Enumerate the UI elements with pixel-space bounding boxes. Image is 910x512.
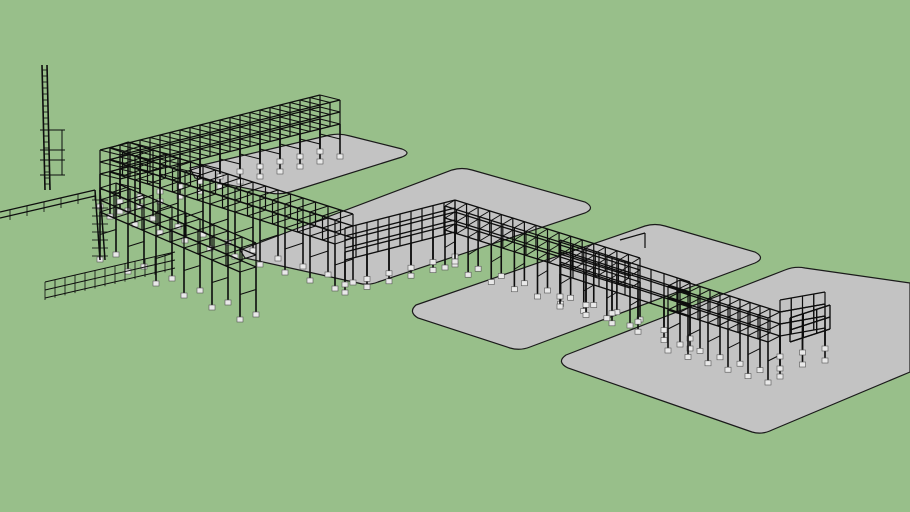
column-footing [306, 277, 314, 284]
column-footing [799, 349, 806, 356]
column-footing [660, 327, 668, 333]
column-footing [534, 293, 541, 300]
column-footing [511, 286, 518, 293]
column-footing [429, 259, 437, 265]
column-footing [556, 293, 564, 300]
column-footing [676, 341, 684, 348]
column-footing [716, 354, 724, 361]
column-footing [256, 163, 264, 170]
column-footing [429, 267, 437, 273]
column-footing [181, 237, 189, 244]
column-footing [821, 357, 829, 364]
column-footing [407, 272, 415, 279]
column-footing [590, 302, 598, 308]
column-footing [736, 360, 744, 367]
column-footing [274, 255, 282, 262]
column-footing [776, 353, 784, 360]
column-footing [567, 294, 574, 301]
column-footing [696, 348, 704, 354]
column-footing [451, 258, 459, 265]
column-footing [341, 281, 349, 288]
column-footing [363, 284, 371, 290]
column-footing [776, 365, 784, 372]
column-footing [316, 158, 324, 165]
column-footing [464, 271, 472, 278]
model-viewport[interactable] [0, 0, 910, 512]
column-footing [608, 310, 616, 317]
column-footing [236, 168, 244, 175]
column-footing [799, 361, 806, 368]
column-footing [724, 366, 732, 373]
column-footing [316, 148, 324, 155]
column-footing [704, 360, 712, 367]
column-footing [407, 264, 415, 271]
column-footing [634, 318, 642, 325]
column-footing [521, 280, 528, 287]
column-footing [281, 269, 289, 276]
column-footing [336, 153, 344, 160]
column-footing [208, 304, 216, 311]
column-footing [626, 322, 634, 329]
column-footing [608, 320, 616, 327]
column-footing [112, 251, 120, 258]
column-footing [256, 173, 264, 180]
column-footing [744, 373, 752, 379]
column-footing [385, 278, 393, 285]
column-footing [252, 311, 260, 318]
column-footing [556, 303, 564, 310]
column-footing [296, 163, 304, 170]
column-footing [821, 345, 829, 352]
column-footing [224, 299, 232, 306]
column-footing [256, 261, 264, 268]
column-footing [385, 270, 393, 277]
column-footing [331, 285, 339, 292]
column-footing [152, 280, 160, 287]
column-footing [341, 289, 349, 296]
column-footing [299, 263, 307, 270]
column-footing [664, 347, 672, 354]
column-footing [296, 153, 304, 160]
column-footing [582, 302, 590, 308]
column-footing [487, 279, 495, 285]
column-footing [756, 367, 764, 373]
column-footing [196, 287, 204, 294]
column-footing [324, 271, 332, 278]
column-footing [544, 287, 551, 294]
column-footing [168, 275, 176, 282]
column-footing [660, 337, 668, 343]
column-footing [764, 379, 772, 386]
column-footing [603, 315, 611, 322]
column-footing [441, 264, 449, 271]
column-footing [236, 316, 244, 323]
column-footing [276, 168, 284, 175]
column-footing [634, 328, 642, 335]
column-footing [684, 354, 692, 360]
column-footing [497, 273, 505, 279]
column-footing [582, 312, 590, 318]
column-footing [474, 265, 482, 272]
column-footing [349, 279, 357, 286]
column-footing [276, 158, 284, 165]
column-footing [180, 292, 188, 299]
column-footing [776, 373, 784, 380]
column-footing [363, 276, 371, 282]
column-footing [149, 215, 157, 222]
